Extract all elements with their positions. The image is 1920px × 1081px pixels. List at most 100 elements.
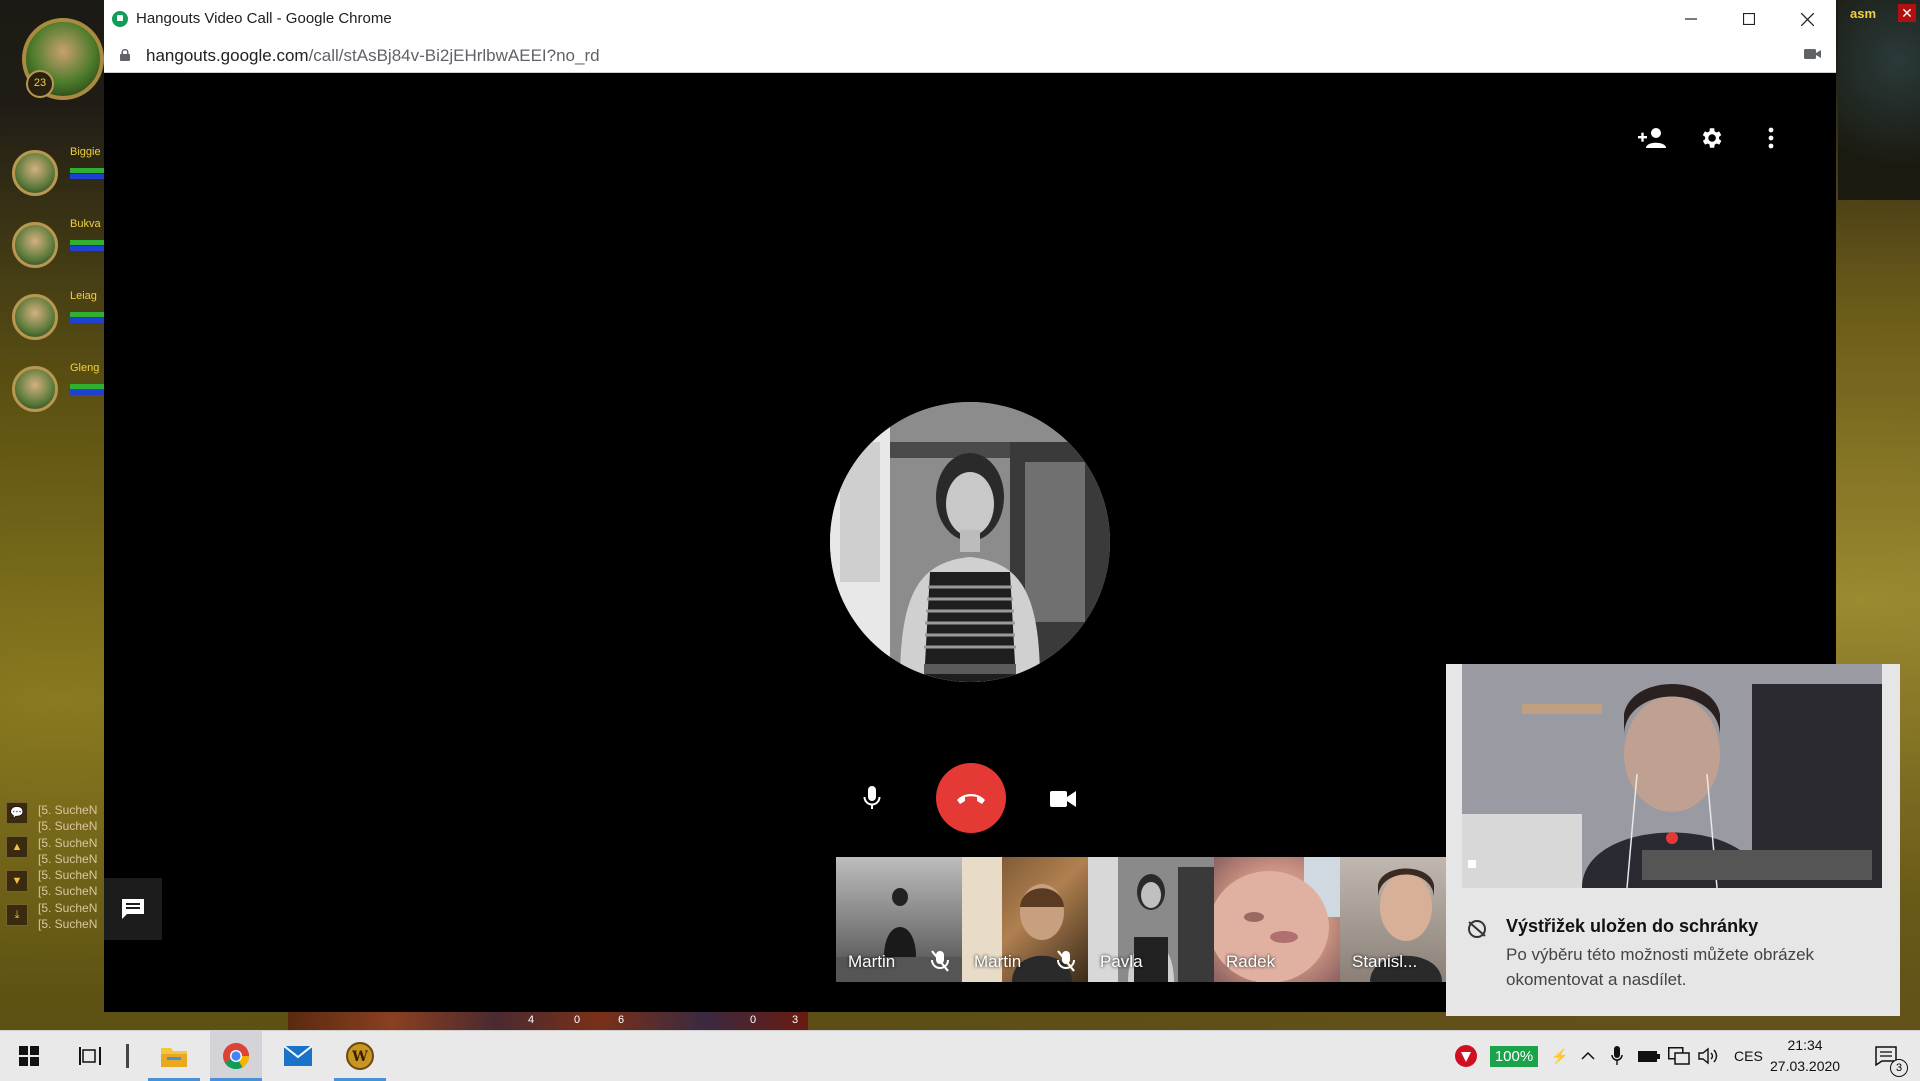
input-language[interactable]: CES: [1734, 1031, 1763, 1081]
address-bar[interactable]: hangouts.google.com/call/stAsBj84v-Bi2jE…: [104, 38, 1836, 73]
settings-button[interactable]: [1695, 122, 1727, 154]
action-count: 3: [792, 1014, 799, 1026]
hang-up-icon: [957, 794, 985, 804]
add-person-icon: [1638, 128, 1666, 148]
microphone-icon: [1611, 1046, 1623, 1065]
speaker-photo: [830, 402, 1110, 682]
notification-count-badge: 3: [1890, 1059, 1908, 1077]
party-name: Biggie: [70, 146, 101, 158]
microphone-icon: [863, 786, 881, 809]
tray-small-icon[interactable]: ⚡: [1551, 1031, 1568, 1081]
volume-tray-button[interactable]: [1696, 1031, 1722, 1081]
party-member[interactable]: Biggie: [12, 146, 118, 196]
snip-notification[interactable]: Výstřižek uložen do schránky Po výběru t…: [1446, 664, 1900, 1016]
show-hidden-icons-button[interactable]: [1576, 1031, 1600, 1081]
notification-body: Po výběru této možnosti můžete obrázek o…: [1506, 945, 1815, 989]
screenshot-preview[interactable]: [1462, 664, 1882, 888]
party-member[interactable]: Gleng: [12, 362, 118, 412]
chat-icon: [122, 899, 144, 919]
chat-line: [5. SucheN: [38, 917, 98, 932]
party-portrait: [12, 366, 58, 412]
taskbar: W 100% ⚡ CES 21:34 27.03.2020 3: [0, 1030, 1920, 1081]
camera-button[interactable]: [1048, 784, 1078, 814]
clock-time: 21:34: [1787, 1037, 1823, 1053]
microphone-tray-button[interactable]: [1606, 1031, 1628, 1081]
participant-tile[interactable]: Pavla: [1088, 857, 1214, 982]
scroll-down-icon[interactable]: ▼: [6, 870, 28, 892]
hang-up-button[interactable]: [936, 763, 1006, 833]
party-name: Gleng: [70, 362, 100, 374]
url-path: /call/stAsBj84v-Bi2jEHrlbwAEEI?no_rd: [308, 46, 600, 65]
maximize-button[interactable]: [1720, 0, 1778, 38]
battery-icon: [1638, 1051, 1660, 1062]
camera-in-use-icon[interactable]: [1804, 48, 1822, 60]
game-chat-log: [5. SucheN [5. SucheN [5. SucheN [5. Suc…: [38, 802, 97, 932]
mail-icon: [284, 1046, 312, 1066]
scroll-bottom-icon[interactable]: ⤓: [6, 904, 28, 926]
antivirus-tray-button[interactable]: [1452, 1031, 1480, 1081]
chat-bubble-icon[interactable]: 💬: [6, 802, 28, 824]
network-tray-button[interactable]: [1666, 1031, 1692, 1081]
chrome-button[interactable]: [210, 1031, 262, 1081]
taskbar-separator: [122, 1031, 132, 1081]
chat-line: [5. SucheN: [38, 835, 98, 850]
antivirus-icon: [1455, 1045, 1477, 1067]
add-people-button[interactable]: [1636, 122, 1668, 154]
chevron-up-icon: [1581, 1052, 1595, 1060]
wow-icon: W: [346, 1042, 374, 1070]
participant-tile[interactable]: Martin: [836, 857, 962, 982]
file-explorer-button[interactable]: [148, 1031, 200, 1081]
participant-tile[interactable]: Radek: [1214, 857, 1340, 982]
participant-tile[interactable]: Martin: [962, 857, 1088, 982]
microphone-button[interactable]: [858, 784, 886, 812]
start-button[interactable]: [0, 1031, 58, 1081]
party-portrait: [12, 294, 58, 340]
mail-button[interactable]: [272, 1031, 324, 1081]
windows-icon: [19, 1046, 39, 1066]
game-action-bar[interactable]: 4 0 6 0 3: [288, 1010, 808, 1030]
game-minimap: asm ✕: [1838, 0, 1920, 200]
minimize-button[interactable]: [1662, 0, 1720, 38]
window-title: Hangouts Video Call - Google Chrome: [136, 10, 392, 27]
close-button[interactable]: [1778, 0, 1836, 38]
action-count: 0: [750, 1014, 757, 1026]
url-text[interactable]: hangouts.google.com/call/stAsBj84v-Bi2jE…: [146, 46, 600, 66]
action-center-button[interactable]: 3: [1864, 1031, 1908, 1081]
video-camera-icon: [1050, 791, 1076, 807]
world-of-warcraft-button[interactable]: W: [334, 1031, 386, 1081]
close-icon[interactable]: ✕: [1898, 4, 1916, 22]
battery-tray-button[interactable]: [1636, 1031, 1662, 1081]
chat-line: [5. SucheN: [38, 900, 98, 915]
maximize-icon: [1743, 13, 1755, 25]
close-icon: [1800, 12, 1814, 26]
svg-text:W: W: [351, 1049, 368, 1065]
lock-icon[interactable]: [120, 49, 130, 61]
hangouts-icon: [112, 11, 128, 27]
folder-icon: [161, 1048, 187, 1067]
notification-title: Výstřižek uložen do schránky: [1506, 916, 1759, 936]
chat-line: [5. SucheN: [38, 819, 98, 834]
battery-indicator[interactable]: 100%: [1484, 1031, 1544, 1081]
more-options-button[interactable]: [1755, 122, 1787, 154]
snip-sketch-icon: [1468, 920, 1486, 938]
participant-name: Stanisl...: [1352, 952, 1418, 971]
volume-icon: [1698, 1047, 1718, 1065]
participant-strip: Martin Martin Pavla Radek Stanisl...: [836, 857, 1466, 982]
mic-off-icon: [931, 950, 949, 972]
clock-date: 27.03.2020: [1770, 1058, 1841, 1074]
title-bar[interactable]: Hangouts Video Call - Google Chrome: [104, 0, 1836, 39]
clock[interactable]: 21:34 27.03.2020: [1770, 1035, 1840, 1077]
task-view-button[interactable]: [70, 1031, 110, 1081]
party-member[interactable]: Leiag: [12, 290, 118, 340]
task-view-icon: [79, 1047, 101, 1065]
participant-name: Martin: [974, 952, 1022, 971]
scroll-up-icon[interactable]: ▲: [6, 836, 28, 858]
party-member[interactable]: Bukva: [12, 218, 118, 268]
chat-line: [5. SucheN: [38, 884, 98, 899]
party-portrait: [12, 150, 58, 196]
chat-line: [5. SucheN: [38, 851, 98, 866]
separator: [125, 1044, 129, 1068]
participant-name: Martin: [848, 952, 896, 971]
chat-button[interactable]: [104, 878, 162, 940]
action-count: 4: [528, 1014, 535, 1026]
